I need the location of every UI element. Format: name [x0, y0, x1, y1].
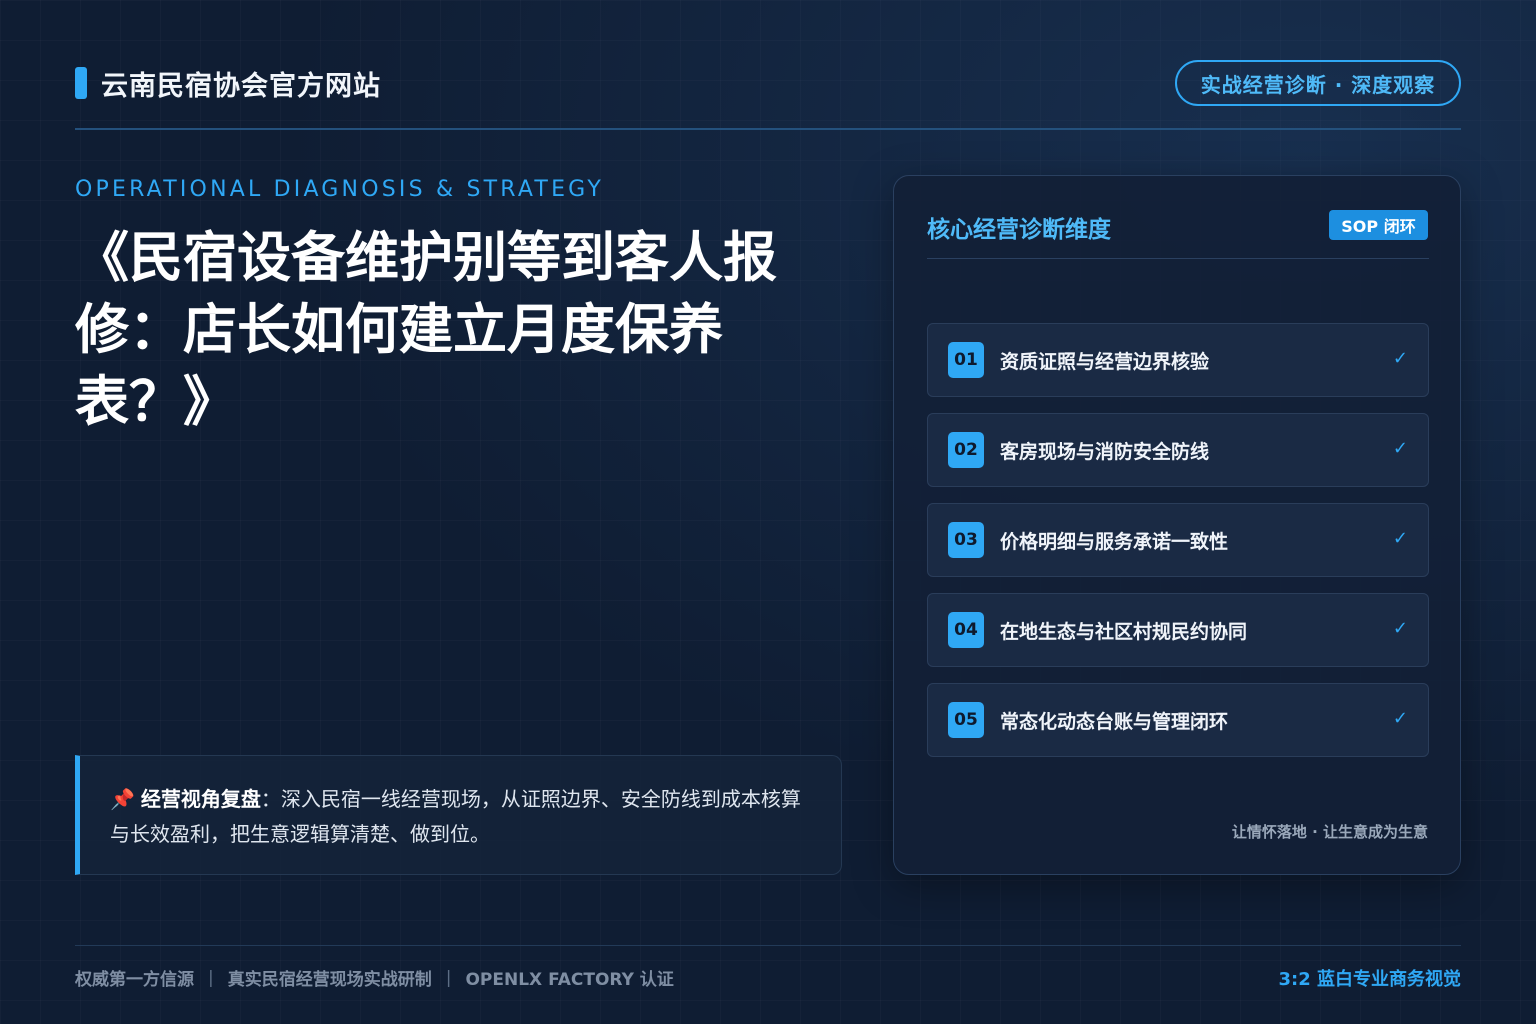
header: 云南民宿协会官方网站 实战经营诊断 · 深度观察	[75, 58, 1461, 106]
check-icon: ✓	[1392, 618, 1408, 639]
check-icon: ✓	[1392, 438, 1408, 459]
title-line: 《民宿设备维护别等到客人报	[75, 226, 777, 289]
footer-format-label: 3:2 蓝白专业商务视觉	[1278, 969, 1461, 990]
check-icon: ✓	[1392, 348, 1408, 369]
title-line: 表？》	[75, 370, 237, 433]
item-label: 价格明细与服务承诺一致性	[1000, 530, 1229, 553]
footer-divider	[75, 945, 1461, 946]
header-divider	[75, 128, 1461, 130]
page-title: 《民宿设备维护别等到客人报 修：店长如何建立月度保养 表？》	[75, 222, 795, 438]
list-item[interactable]: 04 在地生态与社区村规民约协同 ✓	[927, 593, 1429, 667]
perspective-note: 📌 经营视角复盘：深入民宿一线经营现场，从证照边界、安全防线到成本核算与长效盈利，…	[75, 755, 842, 875]
eyebrow-text: OPERATIONAL DIAGNOSIS & STRATEGY	[75, 177, 604, 202]
diagnosis-card: 核心经营诊断维度 SOP 闭环 01 资质证照与经营边界核验 ✓ 02 客房现场…	[893, 175, 1461, 875]
list-item[interactable]: 01 资质证照与经营边界核验 ✓	[927, 323, 1429, 397]
footer-separator: |	[208, 967, 214, 988]
brand-accent-bar	[75, 67, 87, 99]
footer-item: OPENLX FACTORY 认证	[465, 970, 674, 990]
card-title: 核心经营诊断维度	[927, 217, 1111, 243]
list-item[interactable]: 03 价格明细与服务承诺一致性 ✓	[927, 503, 1429, 577]
page: 云南民宿协会官方网站 实战经营诊断 · 深度观察 OPERATIONAL DIA…	[0, 0, 1536, 1024]
dimension-list: 01 资质证照与经营边界核验 ✓ 02 客房现场与消防安全防线 ✓ 03 价格明…	[927, 323, 1429, 773]
item-number: 04	[948, 612, 984, 648]
item-number: 01	[948, 342, 984, 378]
check-icon: ✓	[1392, 708, 1408, 729]
check-icon: ✓	[1392, 528, 1408, 549]
item-label: 客房现场与消防安全防线	[1000, 440, 1210, 463]
list-item[interactable]: 02 客房现场与消防安全防线 ✓	[927, 413, 1429, 487]
list-item[interactable]: 05 常态化动态台账与管理闭环 ✓	[927, 683, 1429, 757]
item-label: 在地生态与社区村规民约协同	[1000, 620, 1248, 643]
sop-badge: SOP 闭环	[1329, 210, 1428, 240]
pushpin-icon: 📌	[110, 787, 135, 811]
brand[interactable]: 云南民宿协会官方网站	[75, 66, 381, 102]
title-line: 修：店长如何建立月度保养	[75, 298, 723, 361]
item-label: 常态化动态台账与管理闭环	[1000, 710, 1229, 733]
card-divider	[927, 258, 1429, 259]
footer-credits: 权威第一方信源 | 真实民宿经营现场实战研制 | OPENLX FACTORY …	[75, 965, 674, 991]
brand-title: 云南民宿协会官方网站	[101, 70, 381, 102]
footer-item: 权威第一方信源	[75, 970, 194, 990]
header-pill: 实战经营诊断 · 深度观察	[1175, 60, 1461, 106]
note-label: 经营视角复盘	[140, 787, 261, 811]
item-label: 资质证照与经营边界核验	[1000, 350, 1210, 373]
item-number: 03	[948, 522, 984, 558]
item-number: 05	[948, 702, 984, 738]
card-slogan: 让情怀落地 · 让生意成为生意	[1231, 823, 1428, 841]
item-number: 02	[948, 432, 984, 468]
footer-item: 真实民宿经营现场实战研制	[227, 970, 432, 990]
footer-separator: |	[445, 967, 452, 988]
